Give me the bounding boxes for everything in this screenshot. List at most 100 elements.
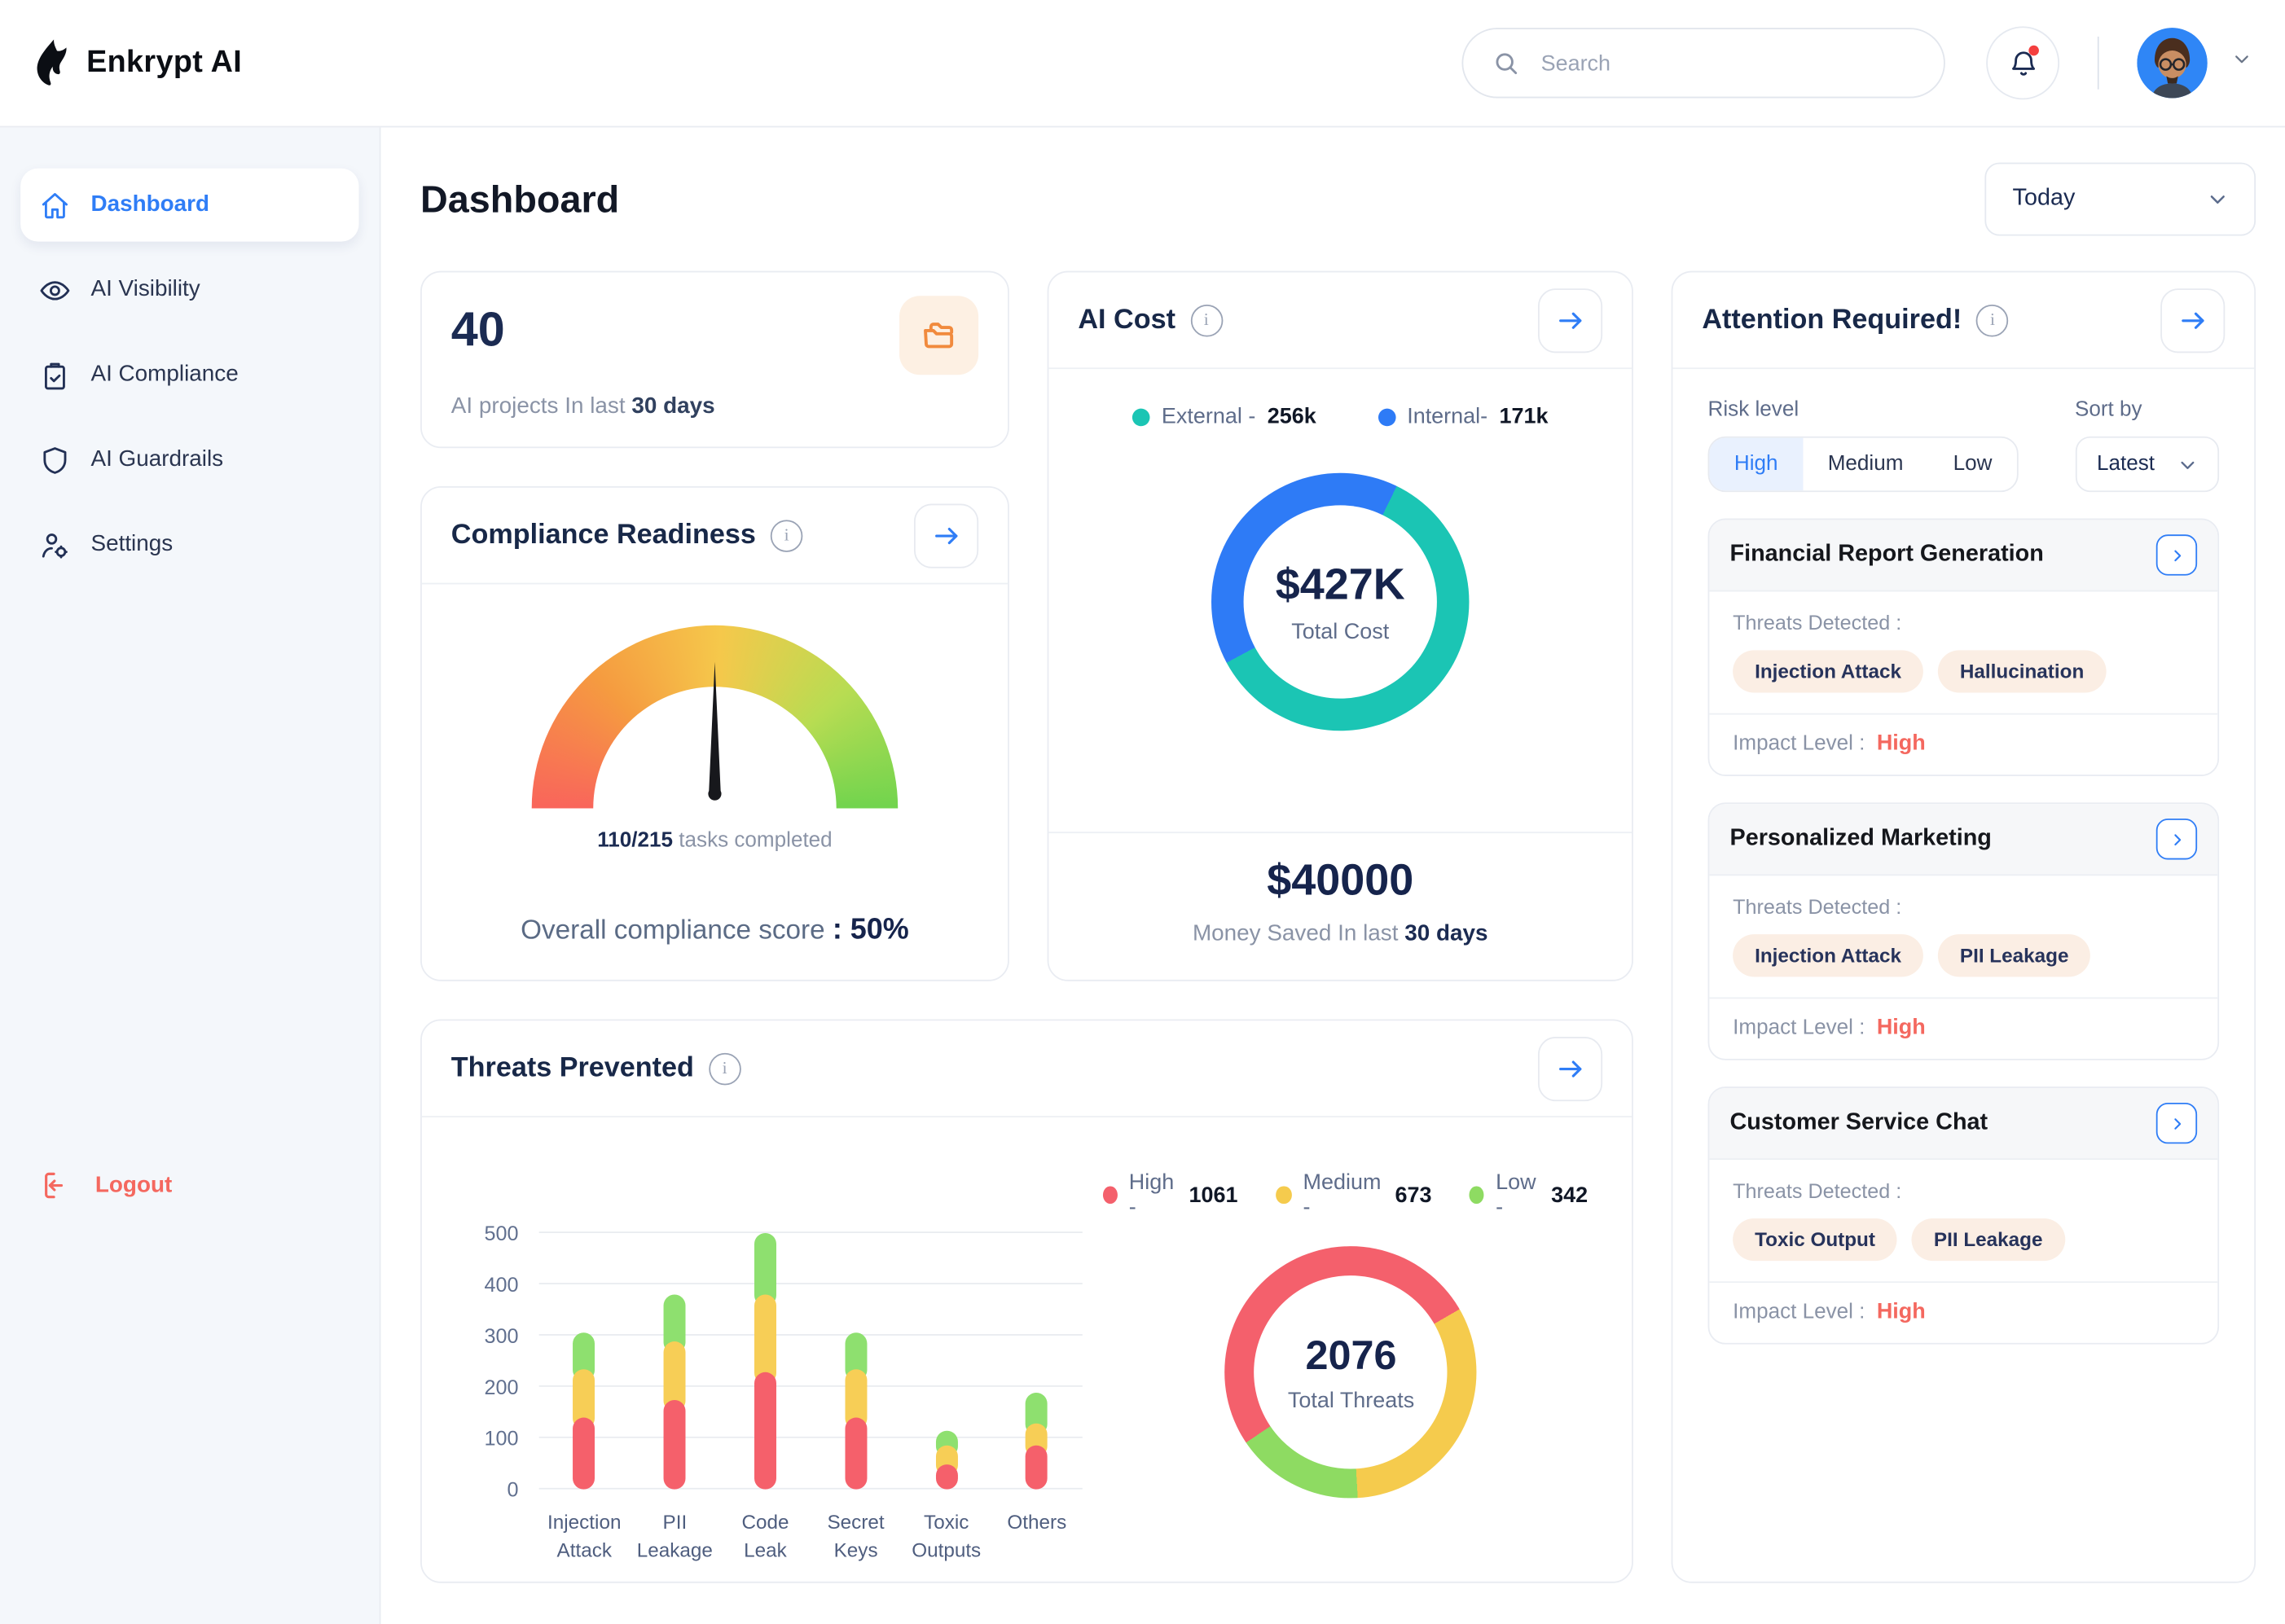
projects-caption: AI projects In last 30 days [451, 394, 978, 420]
legend-item-medium: Medium - 673 [1276, 1170, 1431, 1220]
arrow-right-icon [932, 524, 960, 547]
bar-segment [664, 1400, 686, 1490]
compliance-title: Compliance Readiness [451, 519, 756, 551]
x-axis-category-label: Secret Keys [811, 1508, 901, 1565]
chevron-right-icon [2169, 1115, 2185, 1131]
total-threats-label: Total Threats [1288, 1388, 1414, 1413]
legend-value: 342 [1551, 1183, 1588, 1208]
bar-column[interactable] [664, 1295, 686, 1490]
user-gear-icon [40, 529, 71, 560]
logout-button[interactable]: Logout [41, 1170, 172, 1201]
threat-tag: Injection Attack [1733, 934, 1923, 977]
info-icon[interactable]: i [1976, 304, 2009, 336]
threats-detected-label: Threats Detected : [1733, 895, 2194, 919]
impact-level-value: High [1877, 1299, 1926, 1324]
y-axis-tick-label: 500 [457, 1222, 519, 1245]
info-icon[interactable]: i [771, 519, 803, 551]
impact-level-value: High [1877, 731, 1926, 756]
legend-dot [1378, 408, 1395, 426]
profile-menu-chevron[interactable] [2230, 48, 2252, 77]
page-title: Dashboard [420, 177, 619, 222]
search-box[interactable] [1461, 28, 1944, 98]
impact-level-value: High [1877, 1015, 1926, 1040]
ai-cost-open-button[interactable] [1538, 287, 1602, 352]
sidebar-item-ai-guardrails[interactable]: AI Guardrails [20, 424, 358, 497]
legend-dot [1276, 1186, 1291, 1204]
top-bar: Enkrypt AI [0, 0, 2285, 127]
sidebar-item-ai-visibility[interactable]: AI Visibility [20, 253, 358, 327]
score-value: : 50% [833, 914, 909, 946]
money-saved-muted: Money Saved In last [1193, 921, 1399, 946]
arrow-right-icon [1556, 1056, 1584, 1080]
attention-title: Attention Required! [1702, 304, 1962, 336]
bar-column[interactable] [1026, 1392, 1048, 1490]
projects-icon-tile [899, 296, 978, 375]
chevron-down-icon [2230, 48, 2252, 70]
threat-tag: PII Leakage [1912, 1218, 2065, 1261]
sidebar-item-dashboard[interactable]: Dashboard [20, 169, 358, 242]
chevron-down-icon [2208, 189, 2228, 209]
ai-cost-card: AI Cost i External - 256k Internal- [1048, 271, 1633, 981]
threats-bar-categories: Injection AttackPII LeakageCode LeakSecr… [539, 1508, 1083, 1565]
ai-cost-title: AI Cost [1078, 304, 1175, 336]
logout-icon [41, 1170, 72, 1201]
sidebar-item-label: AI Visibility [90, 277, 200, 303]
legend-value: 256k [1268, 404, 1316, 429]
attention-card-customer-service: Customer Service Chat Threats Detected :… [1708, 1086, 2220, 1344]
tasks-count: 110/215 [597, 829, 673, 853]
logout-label: Logout [95, 1172, 172, 1198]
notifications-button[interactable] [1986, 26, 2059, 99]
compliance-open-button[interactable] [914, 503, 978, 568]
avatar-image [2137, 28, 2207, 98]
x-axis-category-label: Others [991, 1508, 1082, 1565]
risk-tab-low[interactable]: Low [1928, 438, 2017, 491]
x-axis-category-label: Toxic Outputs [901, 1508, 991, 1565]
impact-level-label: Impact Level : [1733, 1300, 1865, 1323]
search-input[interactable] [1538, 49, 1914, 77]
sidebar-item-ai-compliance[interactable]: AI Compliance [20, 338, 358, 411]
threat-tag: Toxic Output [1733, 1218, 1897, 1261]
bar-segment [935, 1464, 957, 1489]
attention-card-open-button[interactable] [2156, 534, 2197, 575]
attention-open-button[interactable] [2160, 287, 2225, 352]
sort-dropdown[interactable]: Latest [2075, 437, 2219, 492]
info-icon[interactable]: i [1190, 304, 1223, 336]
sidebar-item-label: AI Compliance [90, 362, 238, 388]
risk-level-tabs: High Medium Low [1708, 437, 2019, 492]
bar-column[interactable] [935, 1430, 957, 1489]
legend-label: External - [1162, 404, 1255, 429]
bar-segment [754, 1372, 776, 1490]
threats-donut-chart: 2076 Total Threats [1225, 1246, 1477, 1498]
money-saved-caption: Money Saved In last 30 days [1048, 921, 1632, 947]
x-axis-category-label: PII Leakage [630, 1508, 720, 1565]
legend-dot [1132, 408, 1150, 426]
legend-label: Low - [1496, 1170, 1540, 1220]
bar-column[interactable] [754, 1233, 776, 1490]
threats-detected-label: Threats Detected : [1733, 611, 2194, 634]
legend-item-internal: Internal- 171k [1378, 404, 1548, 429]
arrow-right-icon [2179, 308, 2207, 331]
legend-label: Medium - [1303, 1170, 1384, 1220]
attention-card-open-button[interactable] [2156, 819, 2197, 859]
sort-value: Latest [2097, 453, 2155, 476]
impact-level-label: Impact Level : [1733, 1016, 1865, 1039]
threats-title: Threats Prevented [451, 1052, 694, 1085]
gridline [539, 1437, 1083, 1438]
threats-open-button[interactable] [1538, 1036, 1602, 1100]
brand-logo[interactable]: Enkrypt AI [33, 40, 243, 87]
bar-column[interactable] [845, 1333, 867, 1490]
bar-column[interactable] [573, 1333, 595, 1490]
sidebar: Dashboard AI Visibility AI Compliance AI… [0, 127, 381, 1624]
attention-card-open-button[interactable] [2156, 1103, 2197, 1143]
x-axis-category-label: Injection Attack [539, 1508, 630, 1565]
date-filter-dropdown[interactable]: Today [1984, 163, 2256, 236]
info-icon[interactable]: i [709, 1052, 741, 1085]
y-axis-tick-label: 100 [457, 1426, 519, 1450]
home-icon [40, 190, 71, 221]
sidebar-item-settings[interactable]: Settings [20, 508, 358, 582]
attention-card-title: Personalized Marketing [1730, 826, 1992, 852]
risk-tab-high[interactable]: High [1709, 438, 1803, 491]
risk-tab-medium[interactable]: Medium [1803, 438, 1928, 491]
avatar[interactable] [2137, 28, 2207, 98]
compliance-gauge-needle [706, 662, 724, 809]
